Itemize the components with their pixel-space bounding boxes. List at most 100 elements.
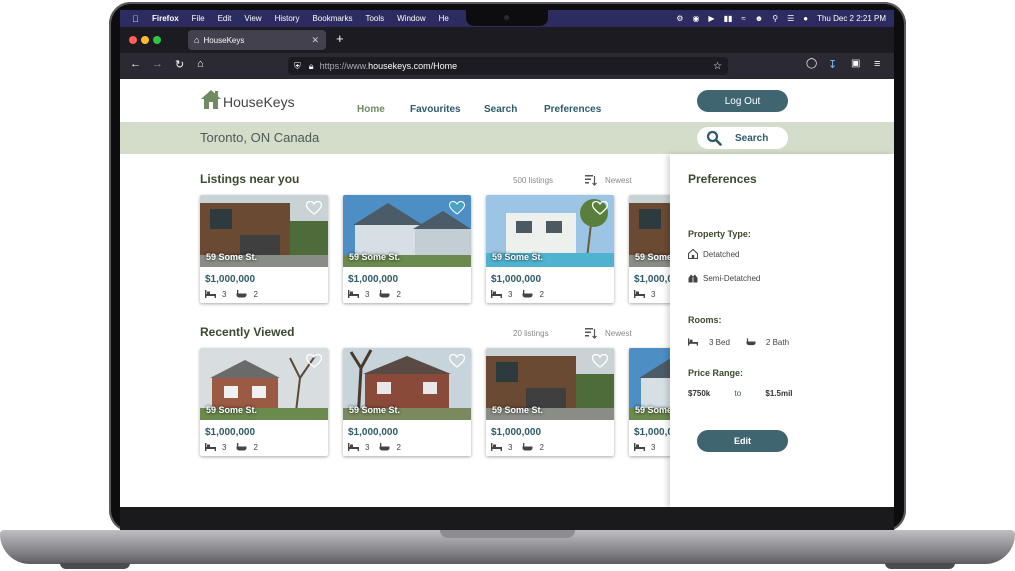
listing-card[interactable]: 59 Some St. $1,000,000 3 (629, 195, 670, 303)
edit-preferences-button[interactable]: Edit (697, 430, 788, 452)
listing-address: 59 Some St. (206, 252, 258, 262)
pocket-icon[interactable]: ◯ (806, 58, 817, 69)
nav-home[interactable]: Home (357, 104, 385, 115)
menu-file[interactable]: File (192, 14, 205, 23)
bed-icon (205, 290, 216, 298)
site-header: HouseKeys Home Favourites Search Prefere… (120, 79, 894, 122)
home-icon[interactable]: ⌂ (197, 58, 204, 70)
type-semi-detatched: Semi-Detatched (688, 273, 760, 283)
nav-search[interactable]: Search (484, 104, 517, 115)
camera-icon (504, 15, 509, 20)
menubar-clock[interactable]: Thu Dec 2 2:21 PM (817, 14, 886, 23)
laptop-foot-right (885, 563, 955, 569)
listing-specs: 3 2 (348, 289, 411, 299)
forward-arrow-icon[interactable]: → (152, 58, 163, 70)
bed-count: 3 (651, 289, 656, 299)
bed-icon (634, 290, 645, 298)
menu-app[interactable]: Firefox (152, 14, 179, 23)
recent-count: 20 listings (513, 329, 549, 338)
listing-address: 59 Some St. (635, 252, 670, 262)
sort-newest[interactable]: Newest (605, 176, 632, 185)
back-arrow-icon[interactable]: ← (130, 58, 141, 70)
listing-price: $1,000,000 (205, 274, 256, 285)
house-favicon-icon: ⌂ (194, 35, 200, 45)
address-bar[interactable]: ⛨ 🔒︎ https://www. housekeys.com/Home ☆ (288, 57, 728, 75)
semi-detached-house-icon (688, 274, 698, 283)
type-detatched-label: Detatched (703, 249, 740, 259)
spotlight-icon[interactable]: ⚲ (772, 14, 778, 23)
bath-count: 2 (539, 289, 544, 299)
logo[interactable]: HouseKeys (200, 88, 295, 110)
shield-icon[interactable]: ⛨ (294, 61, 301, 72)
logo-text: HouseKeys (223, 94, 295, 110)
search-button[interactable]: Search (697, 127, 788, 149)
rooms-values: 3 Bed 2 Bath (688, 337, 789, 347)
nav-preferences[interactable]: Preferences (544, 104, 601, 115)
lock-icon[interactable]: 🔒︎ (309, 61, 314, 72)
listing-card[interactable]: 59 Some St. $1,000,000 3 2 (486, 348, 614, 456)
window-minimize-icon[interactable] (141, 36, 149, 44)
user-icon[interactable]: ☻ (755, 14, 763, 23)
bed-icon (688, 338, 698, 346)
rooms-baths: 2 Bath (765, 337, 790, 347)
menu-bookmarks[interactable]: Bookmarks (312, 14, 352, 23)
control-center-icon[interactable]: ☰ (787, 14, 794, 23)
window-zoom-icon[interactable] (153, 36, 161, 44)
bath-count: 2 (396, 289, 401, 299)
heart-icon[interactable] (306, 201, 322, 215)
menu-window[interactable]: Window (397, 14, 425, 23)
battery-icon[interactable]: ▮▮ (724, 14, 733, 23)
heart-icon[interactable] (592, 354, 608, 368)
record-icon[interactable]: ◉ (692, 14, 699, 23)
housekeys-site: HouseKeys Home Favourites Search Prefere… (120, 79, 894, 507)
heart-icon[interactable] (449, 201, 465, 215)
property-type-label: Property Type: (688, 229, 751, 239)
listing-card[interactable]: 59 Some St. $1,000,000 3 2 (343, 348, 471, 456)
bed-count: 3 (365, 289, 370, 299)
preferences-title: Preferences (688, 172, 757, 186)
preferences-panel: Preferences Property Type: Detatched Sem… (670, 154, 894, 507)
price-max: $1.5mil (765, 389, 793, 398)
logout-button[interactable]: Log Out (697, 90, 788, 112)
listing-price: $1,000,000 (348, 274, 399, 285)
bath-count: 2 (396, 442, 401, 452)
sort-icon[interactable] (585, 327, 597, 339)
wifi-icon[interactable]: ≈ (741, 14, 745, 23)
nav-favourites[interactable]: Favourites (410, 104, 461, 115)
sort-icon[interactable] (585, 174, 597, 186)
bed-count: 3 (651, 442, 656, 452)
bookmark-star-icon[interactable]: ☆ (713, 61, 722, 72)
bath-count: 2 (253, 442, 258, 452)
price-min: $750k (688, 389, 711, 398)
tool-icon[interactable]: ⚙ (676, 14, 683, 23)
menu-tools[interactable]: Tools (365, 14, 384, 23)
siri-icon[interactable]: ● (803, 14, 808, 23)
heart-icon[interactable] (449, 354, 465, 368)
download-icon[interactable]: ↧ (828, 58, 837, 71)
window-close-icon[interactable] (129, 36, 137, 44)
apple-icon[interactable]:  (132, 14, 142, 24)
reload-icon[interactable]: ↻ (175, 58, 184, 71)
listing-price: $1,000,000 (491, 274, 542, 285)
sort-newest[interactable]: Newest (605, 329, 632, 338)
bed-icon (491, 290, 502, 298)
heart-icon[interactable] (306, 354, 322, 368)
listing-card[interactable]: 59 Some St. $1,000,000 3 2 (200, 348, 328, 456)
bed-count: 3 (508, 442, 513, 452)
menu-edit[interactable]: Edit (218, 14, 232, 23)
heart-icon[interactable] (592, 201, 608, 215)
play-icon[interactable]: ▶ (708, 14, 714, 23)
price-to: to (734, 389, 742, 398)
menu-help[interactable]: He (439, 14, 449, 23)
listing-card[interactable]: 59 Some St. $1,000,000 3 2 (343, 195, 471, 303)
browser-tab[interactable]: ⌂ HouseKeys ✕ (188, 30, 326, 50)
listing-card[interactable]: 59 Some St. $1,000,000 3 2 (486, 195, 614, 303)
listing-card[interactable]: 59 Some St. $1,000,000 3 (629, 348, 670, 456)
menu-hamburger-icon[interactable]: ≡ (874, 58, 880, 70)
extension-icon[interactable]: ▣ (851, 58, 860, 69)
menu-history[interactable]: History (275, 14, 300, 23)
menu-view[interactable]: View (244, 14, 261, 23)
new-tab-plus-icon[interactable]: + (336, 31, 344, 46)
listing-card[interactable]: 59 Some St. $1,000,000 3 2 (200, 195, 328, 303)
tab-close-icon[interactable]: ✕ (311, 35, 319, 46)
